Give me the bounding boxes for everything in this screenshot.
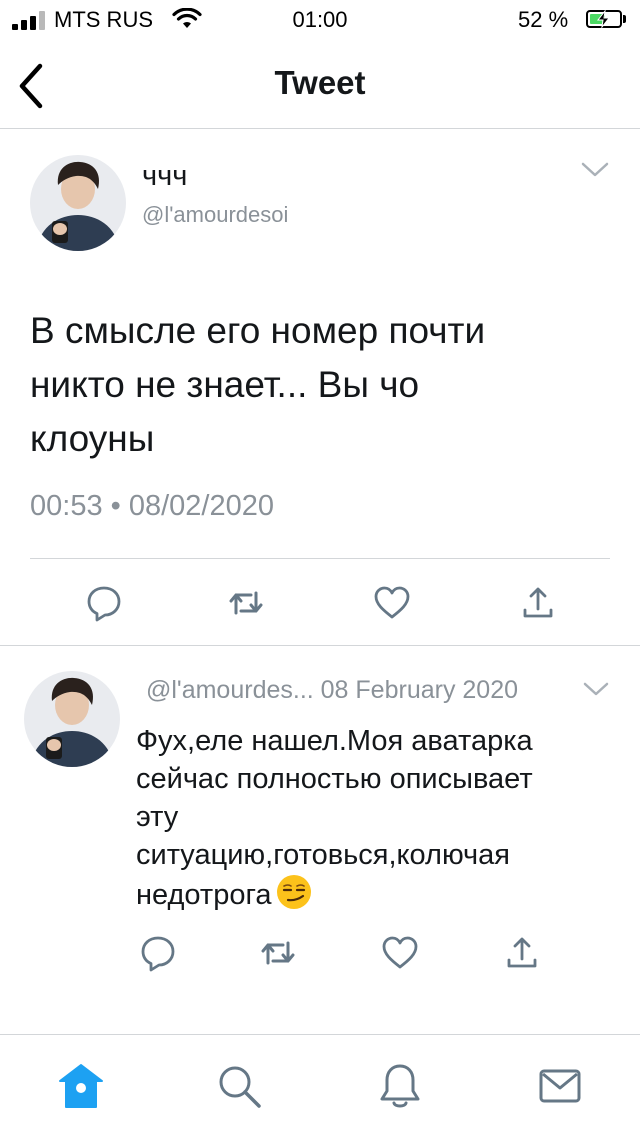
charging-bolt-icon [596,10,611,28]
home-icon[interactable] [56,1061,106,1111]
retweet-icon[interactable] [226,583,266,623]
reply-chevron-down-icon[interactable] [582,680,610,698]
reply-heart-icon[interactable] [380,933,420,973]
tweet-text: В смысле его номер почти никто не знает.… [30,304,590,466]
reply-text: Фух,еле нашел.Моя аватарка сейчас полнос… [136,722,606,914]
reply-text-line: сейчас полностью описывает [136,763,533,795]
chevron-down-icon[interactable] [580,160,610,180]
status-bar: MTS RUS 01:00 52 % [0,0,640,40]
tweet-text-line: В смысле его номер почти [30,310,486,351]
bell-icon[interactable] [375,1061,425,1111]
tweet-divider [30,558,610,559]
tweet-text-line: никто не знает... Вы чо [30,364,420,405]
share-icon[interactable] [518,583,558,623]
reply-retweet-icon[interactable] [258,933,298,973]
author-handle[interactable]: @l'amourdesoi [142,202,288,228]
reply-text-word: недотрога [136,879,272,911]
author-name[interactable]: ччч [142,160,187,193]
header-divider [0,128,640,129]
search-icon[interactable] [214,1061,264,1111]
reply-reply-icon[interactable] [138,933,178,973]
reply-text-line: Фух,еле нашел.Моя аватарка [136,725,533,757]
avatar[interactable] [30,155,126,251]
tweet-text-line: клоуны [30,418,155,459]
battery-percentage: 52 % [518,7,569,32]
reply-avatar[interactable] [24,671,120,767]
reply-icon[interactable] [84,583,124,623]
reply-text-line-last: недотрога [136,874,606,914]
section-divider [0,645,640,646]
reply-text-line: эту [136,801,179,833]
heart-icon[interactable] [372,583,412,623]
battery-tip [623,15,626,23]
page-title: Tweet [274,64,366,101]
tweet-timestamp: 00:53 • 08/02/2020 [30,490,274,522]
tab-bar-divider [0,1034,640,1035]
smirking-face-icon [276,875,311,909]
reply-meta[interactable]: @l'amourdes... 08 February 2020 [146,676,518,705]
reply-share-icon[interactable] [502,933,542,973]
mail-icon[interactable] [535,1061,585,1111]
reply-text-line: ситуацию,готовься,колючая [136,839,510,871]
